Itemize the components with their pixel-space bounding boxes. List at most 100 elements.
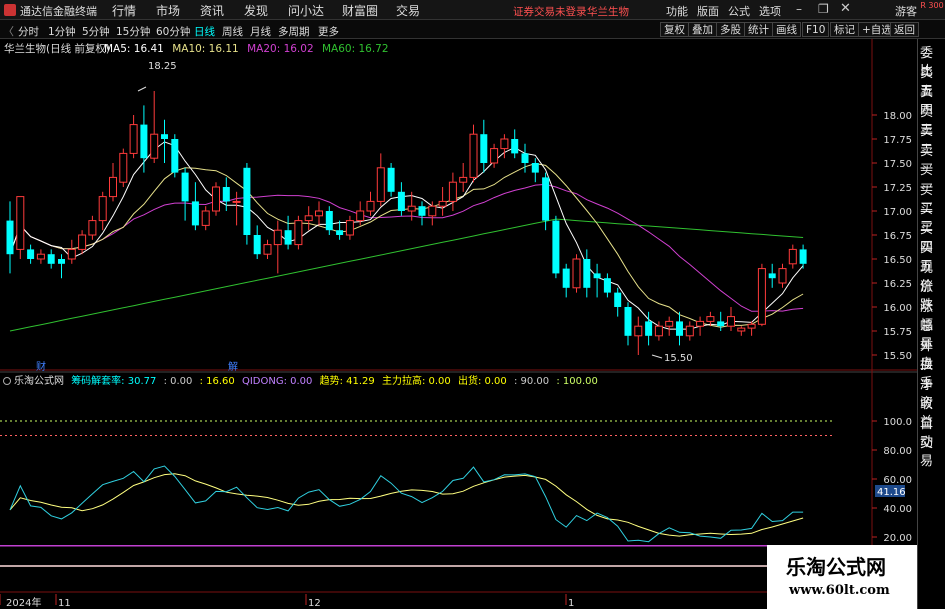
ma5-label: MA5: 16.41 [104, 43, 164, 55]
period-tab[interactable]: 更多 [318, 24, 339, 39]
price-tick: 17.50 [883, 159, 912, 170]
candle-body [459, 176, 468, 183]
period-tab[interactable]: 60分钟 [156, 24, 190, 39]
indicator-value: : 0.00 [164, 376, 193, 387]
candle-body [47, 254, 55, 264]
candle-body [500, 138, 509, 150]
multistock-button[interactable]: 多股 [716, 22, 745, 37]
overlay-button[interactable]: 叠加 [688, 22, 717, 37]
candle-body [438, 200, 447, 207]
stats-button[interactable]: 统计 [744, 22, 773, 37]
candle-body [6, 220, 14, 255]
menu-item[interactable]: 资讯 [200, 2, 224, 19]
date-tick: 1 [568, 598, 574, 609]
candle-body [757, 268, 766, 325]
period-tab-active[interactable]: 日线 [194, 24, 215, 39]
candle-body [315, 210, 323, 217]
login-notice[interactable]: 证券交易未登录 [513, 4, 587, 19]
menu-item[interactable]: 财富圈 [342, 2, 378, 19]
user-guest[interactable]: 游客 [895, 3, 917, 19]
candle-body [511, 139, 519, 154]
candle-body [119, 152, 128, 183]
period-tab[interactable]: 5分钟 [82, 24, 110, 39]
menu-layout[interactable]: 版面 [697, 3, 719, 19]
indicator-select-icon[interactable] [3, 377, 11, 385]
adjust-button[interactable]: 复权 [660, 22, 689, 37]
event-unlock[interactable]: 解 [228, 360, 238, 373]
indicator-tick: 40.00 [883, 504, 912, 515]
candle-body [27, 249, 35, 259]
candle-body [129, 124, 138, 154]
price-tick: 18.00 [883, 111, 912, 122]
candle-body [36, 253, 45, 260]
minimize-icon[interactable]: – [796, 2, 802, 16]
ma60-line [9, 218, 804, 332]
event-finance[interactable]: 财 [36, 360, 46, 373]
indicator-value: 筹码解套率: 30.77 [71, 374, 156, 387]
price-tick: 15.50 [883, 351, 912, 362]
candle-body [181, 172, 189, 202]
candle-body [253, 235, 261, 255]
f10-button[interactable]: F10 [802, 22, 830, 37]
indicator-tick: 80.00 [883, 446, 912, 457]
mark-button[interactable]: 标记 [830, 22, 859, 37]
menu-formula[interactable]: 公式 [728, 3, 750, 19]
candle-body [562, 268, 570, 288]
menu-item[interactable]: 行情 [112, 2, 136, 19]
side-panel-label[interactable]: 交易 [920, 435, 945, 471]
candle-body [717, 321, 725, 327]
chart-area[interactable]: 100.0 80.00 60.00 40.00 20.00 18.00 17.75 17.5… [0, 39, 917, 609]
candle-body [418, 206, 426, 216]
back-button[interactable]: 返回 [890, 22, 919, 37]
indicator-value: : 16.60 [200, 376, 235, 387]
period-tab[interactable]: 月线 [250, 24, 271, 39]
indicator-panel: 100.0 80.00 60.00 40.00 20.00 [0, 417, 912, 567]
indicator-value: QIDONG: 0.00 [242, 376, 312, 387]
close-icon[interactable]: ✕ [840, 1, 851, 16]
draw-button[interactable]: 画线 [772, 22, 801, 37]
menu-item[interactable]: 发现 [244, 2, 268, 19]
candle-body [768, 273, 776, 279]
date-tick: 12 [308, 598, 321, 609]
date-axis: 2024年 11 12 1 [0, 594, 574, 609]
candle-body [603, 278, 611, 293]
candle-body [366, 200, 375, 212]
candle-body [58, 259, 65, 264]
period-toggle-icon[interactable]: 〈 [3, 23, 14, 39]
candle-body [747, 323, 756, 329]
candle-body [16, 196, 25, 250]
low-pointer [651, 354, 663, 359]
menu-func[interactable]: 功能 [666, 3, 688, 19]
candle-body [294, 220, 303, 246]
restore-icon[interactable]: ❐ [818, 2, 829, 16]
candle-body [727, 316, 735, 327]
period-tab[interactable]: 15分钟 [116, 24, 150, 39]
candle-body [304, 215, 313, 222]
candle-body [448, 181, 457, 202]
candle-body [778, 268, 787, 284]
indicator-name: 乐淘公式网 [14, 374, 64, 387]
ma20-line [9, 183, 804, 312]
candle-body [88, 220, 97, 236]
candle-body [232, 200, 241, 203]
candle-body [263, 244, 272, 255]
candle-body [654, 325, 663, 337]
period-tab[interactable]: 分时 [18, 24, 39, 39]
ma10-line [9, 162, 804, 328]
candle-body [531, 163, 539, 173]
menu-item[interactable]: 市场 [156, 2, 180, 19]
period-tab[interactable]: 1分钟 [48, 24, 76, 39]
side-header: R 300 [920, 1, 944, 10]
menu-options[interactable]: 选项 [759, 3, 781, 19]
candle-body [685, 325, 694, 337]
candle-body [645, 321, 653, 336]
app-title: 通达信金融终端 [20, 5, 97, 18]
price-tick: 16.50 [883, 255, 912, 266]
period-tab[interactable]: 周线 [222, 24, 243, 39]
period-tab[interactable]: 多周期 [278, 24, 310, 39]
menu-item[interactable]: 问小达 [288, 2, 324, 19]
candle-body [521, 153, 529, 163]
menu-item[interactable]: 交易 [396, 2, 420, 19]
high-price-label: 18.25 [148, 61, 177, 72]
candle-body [593, 273, 601, 279]
